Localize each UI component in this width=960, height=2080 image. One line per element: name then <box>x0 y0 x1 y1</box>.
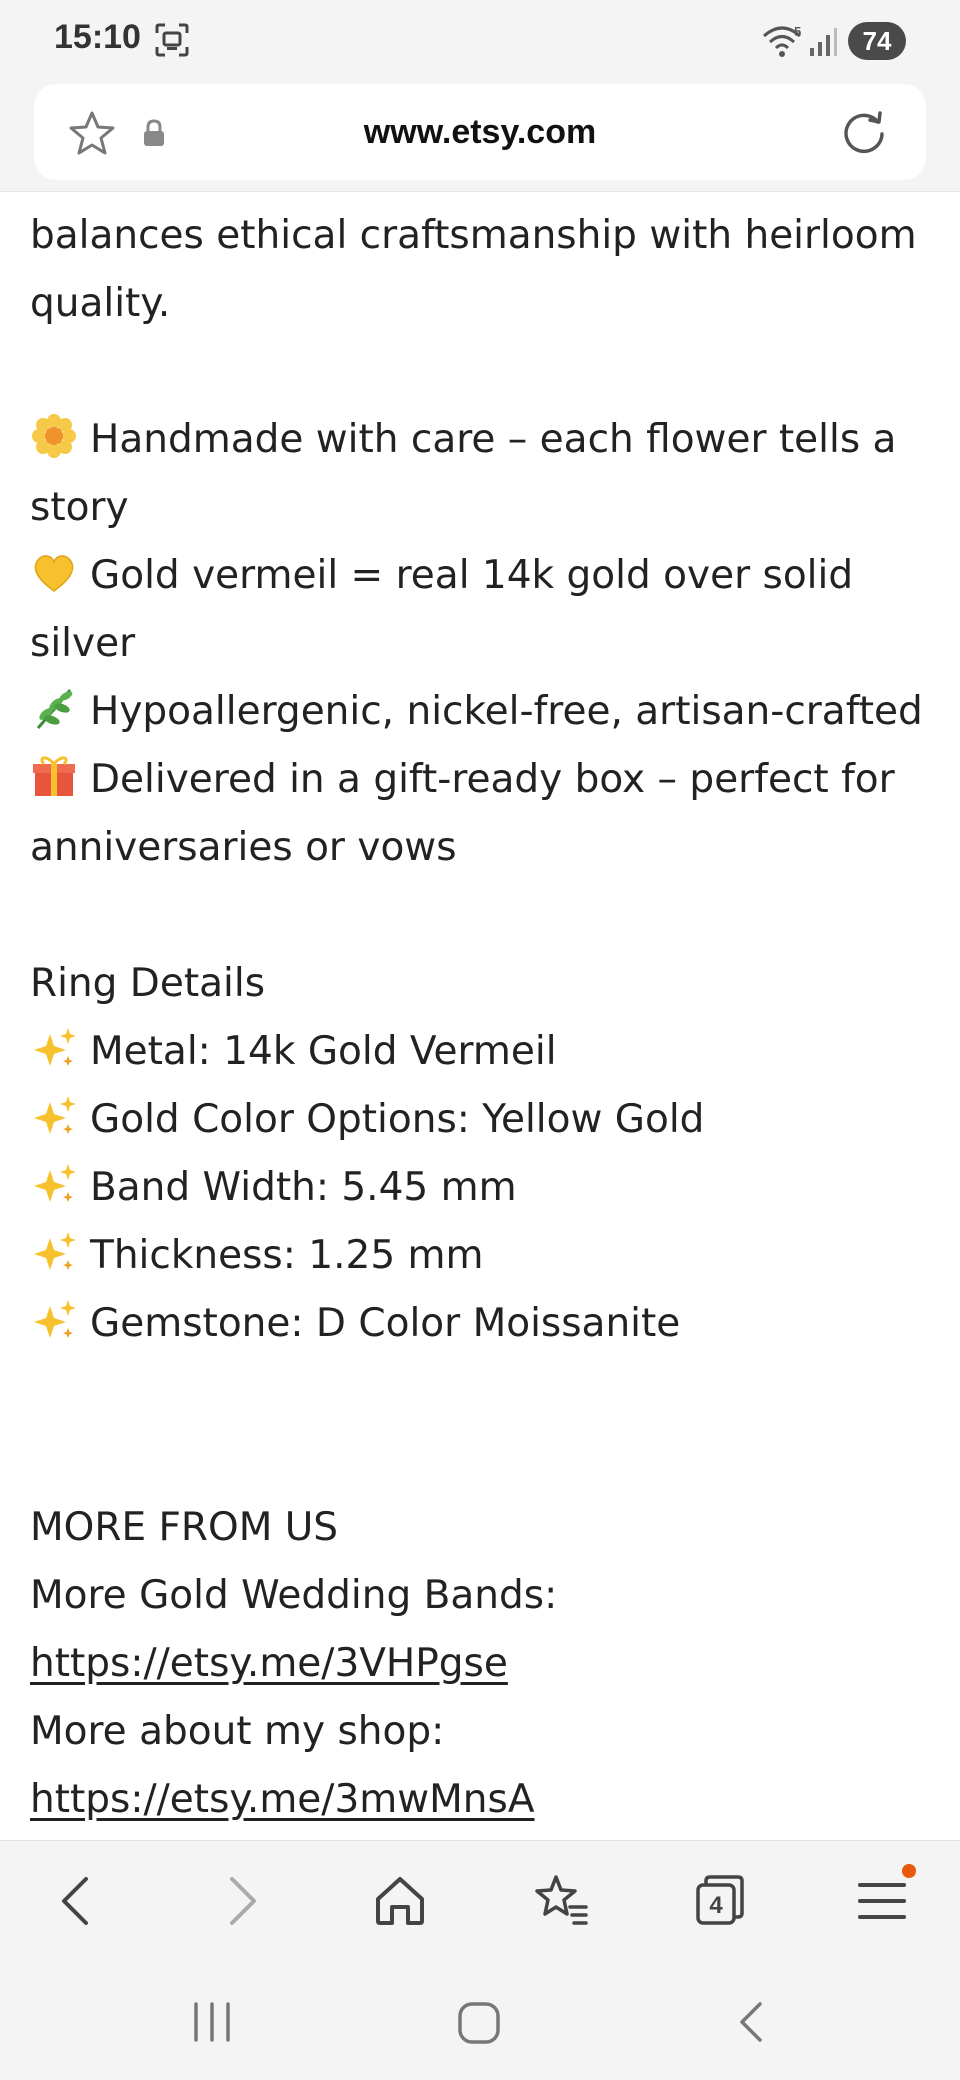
gift-emoji-icon <box>33 756 75 796</box>
sparkles-emoji-icon <box>34 1028 76 1066</box>
detail-item: Metal: 14k Gold Vermeil <box>30 1018 940 1086</box>
feature-item: Delivered in a gift-ready box – perfect … <box>30 746 940 814</box>
detail-item: Thickness: 1.25 mm <box>30 1222 940 1290</box>
status-time: 15:10 <box>54 18 141 56</box>
detail-text: Gemstone: D Color Moissanite <box>90 1301 681 1346</box>
forward-icon[interactable] <box>210 1871 270 1931</box>
detail-item: Band Width: 5.45 mm <box>30 1154 940 1222</box>
listing-description: balances ethical craftsmanship with heir… <box>30 202 940 1834</box>
feature-text-cont: anniversaries or vows <box>30 825 457 870</box>
sparkles-emoji-icon <box>34 1232 76 1270</box>
bookmarks-icon[interactable] <box>530 1871 590 1931</box>
menu-icon[interactable] <box>852 1871 912 1931</box>
browser-toolbar: www.etsy.com <box>0 84 960 192</box>
tabs-count: 4 <box>709 1892 723 1919</box>
feature-text: Handmade with care – each flower tells a <box>90 417 897 462</box>
blossom-emoji-icon <box>32 414 76 458</box>
feature-item: Handmade with care – each flower tells a <box>30 406 940 474</box>
detail-item: Gemstone: D Color Moissanite <box>30 1290 940 1358</box>
feature-text: Gold vermeil = real 14k gold over solid <box>90 553 854 598</box>
sparkles-emoji-icon <box>34 1096 76 1134</box>
feature-text: Hypoallergenic, nickel-free, artisan-cra… <box>90 689 923 734</box>
wifi-icon: 5 <box>763 24 801 57</box>
detail-text: Metal: 14k Gold Vermeil <box>90 1029 557 1074</box>
sparkles-emoji-icon <box>34 1300 76 1338</box>
back-system-icon[interactable] <box>730 2000 774 2044</box>
more-bands-link[interactable]: https://etsy.me/3VHPgse <box>30 1641 508 1686</box>
home-icon[interactable] <box>370 1871 430 1931</box>
sparkles-emoji-icon <box>34 1164 76 1202</box>
recent-apps-icon[interactable] <box>190 2000 234 2044</box>
back-icon[interactable] <box>48 1871 108 1931</box>
yellow-heart-emoji-icon <box>34 555 74 592</box>
signal-icon <box>810 28 837 56</box>
detail-item: Gold Color Options: Yellow Gold <box>30 1086 940 1154</box>
detail-text: Band Width: 5.45 mm <box>90 1165 517 1210</box>
feature-item: Gold vermeil = real 14k gold over solid <box>30 542 940 610</box>
more-bands-label: More Gold Wedding Bands: <box>30 1573 558 1618</box>
intro-text-line: balances ethical craftsmanship with heir… <box>30 213 917 258</box>
url-text[interactable]: www.etsy.com <box>34 84 926 180</box>
ring-details-heading: Ring Details <box>30 961 266 1006</box>
system-nav-bar <box>0 1960 960 2080</box>
more-from-us-heading: MORE FROM US <box>30 1505 339 1550</box>
feature-text: Delivered in a gift-ready box – perfect … <box>90 757 895 802</box>
detail-text: Thickness: 1.25 mm <box>90 1233 484 1278</box>
feature-item: Hypoallergenic, nickel-free, artisan-cra… <box>30 678 940 746</box>
reload-icon[interactable] <box>840 108 888 156</box>
feature-text-cont: story <box>30 485 129 530</box>
feature-text-cont: silver <box>30 621 136 666</box>
herb-emoji-icon <box>36 689 73 729</box>
menu-notification-dot <box>902 1864 916 1878</box>
address-bar[interactable]: www.etsy.com <box>34 84 926 180</box>
detail-text: Gold Color Options: Yellow Gold <box>90 1097 705 1142</box>
battery-indicator: 74 <box>848 22 906 60</box>
status-bar: 15:10 5 74 <box>0 0 960 84</box>
tabs-button[interactable]: 4 <box>690 1871 750 1931</box>
intro-text-line: quality. <box>30 281 171 326</box>
home-system-icon[interactable] <box>456 2000 502 2046</box>
browser-bottom-nav: 4 <box>0 1840 960 1960</box>
more-shop-label: More about my shop: <box>30 1709 445 1754</box>
wifi-band-label: 5 <box>794 24 801 39</box>
more-shop-link[interactable]: https://etsy.me/3mwMnsA <box>30 1777 535 1822</box>
screenshot-icon <box>155 23 189 57</box>
